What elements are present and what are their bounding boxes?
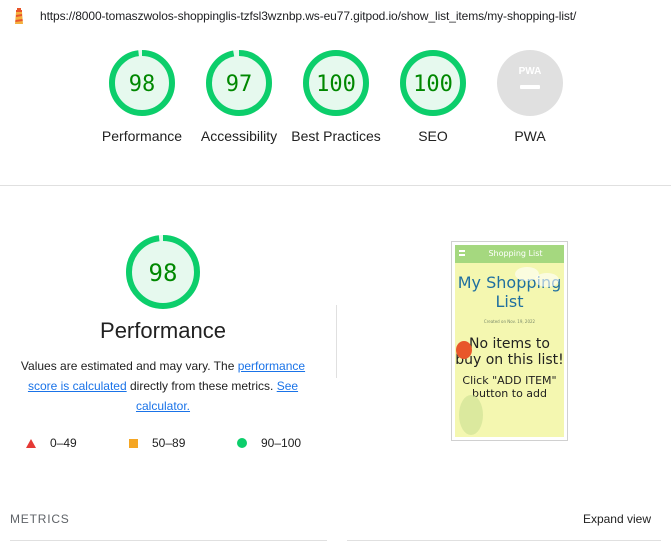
desc-text-2: directly from these metrics. — [126, 379, 277, 393]
metrics-divider — [10, 540, 327, 541]
orange-fruit-image — [456, 341, 472, 359]
gauge-label: Accessibility — [200, 128, 278, 144]
metrics-divider — [347, 540, 661, 541]
final-screenshot[interactable]: Shopping List My Shopping List Created o… — [451, 241, 568, 441]
gauge-ring: 98 — [109, 50, 175, 116]
legend-fail: 0–49 — [26, 436, 77, 450]
pwa-badge-text: PWA — [519, 66, 542, 77]
gauge-score: 100 — [316, 72, 356, 97]
gauge-label: PWA — [514, 128, 546, 144]
gauge-accessibility[interactable]: 97 Accessibility — [189, 50, 289, 146]
score-legend: 0–49 50–89 90–100 — [26, 436, 326, 452]
gauge-score: 100 — [413, 72, 453, 97]
screenshot-nav-title: Shopping List — [488, 249, 543, 258]
expand-view-toggle[interactable]: Expand view — [583, 512, 651, 526]
gauge-label: Best Practices — [291, 128, 381, 144]
legend-average: 50–89 — [129, 436, 185, 450]
gauge-seo[interactable]: 100 SEO — [383, 50, 483, 146]
legend-range: 50–89 — [152, 436, 186, 450]
metrics-header: METRICS Expand view — [0, 508, 671, 532]
screenshot-navbar: Shopping List — [455, 245, 564, 263]
gauge-ring: 97 — [206, 50, 272, 116]
performance-score: 98 — [149, 259, 178, 287]
gauge-score: 98 — [129, 72, 156, 97]
performance-description: Values are estimated and may vary. The p… — [16, 356, 310, 416]
performance-gauge: 98 — [126, 235, 200, 309]
gauge-ring: 100 — [303, 50, 369, 116]
metrics-title: METRICS — [10, 512, 70, 526]
gauge-pwa[interactable]: PWA PWA — [480, 50, 580, 146]
fail-triangle-icon — [26, 438, 36, 448]
gauge-score: 97 — [226, 72, 253, 97]
menu-icon — [459, 250, 465, 256]
desc-text-1: Values are estimated and may vary. The — [20, 359, 238, 373]
gauge-label: SEO — [418, 128, 448, 144]
gauge-ring: 100 — [400, 50, 466, 116]
cloud-decoration — [535, 273, 559, 287]
average-square-icon — [129, 438, 138, 448]
legend-pass: 90–100 — [237, 436, 301, 450]
performance-title: Performance — [100, 318, 226, 343]
gauge-best-practices[interactable]: 100 Best Practices — [286, 50, 386, 146]
pwa-badge-icon: PWA — [497, 50, 563, 116]
screenshot-content: Shopping List My Shopping List Created o… — [455, 245, 564, 437]
gauge-label: Performance — [101, 128, 183, 144]
screenshot-date: Created on Nov. 19, 2022 — [483, 319, 536, 324]
report-url-bar: https://8000-tomaszwolos-shoppinglis-tzf… — [0, 0, 671, 32]
category-gauges: 98 Performance 97 Accessibility 100 Best… — [0, 32, 671, 186]
performance-summary: 98 Performance Values are estimated and … — [16, 234, 310, 416]
gauge-performance[interactable]: 98 Performance — [92, 50, 192, 146]
legend-range: 90–100 — [261, 436, 302, 450]
legend-range: 0–49 — [50, 436, 77, 450]
pass-circle-icon — [237, 438, 247, 448]
divider — [336, 305, 337, 378]
lighthouse-icon — [15, 8, 23, 24]
leaf-image — [459, 395, 483, 435]
url-text[interactable]: https://8000-tomaszwolos-shoppinglis-tzf… — [40, 9, 576, 23]
